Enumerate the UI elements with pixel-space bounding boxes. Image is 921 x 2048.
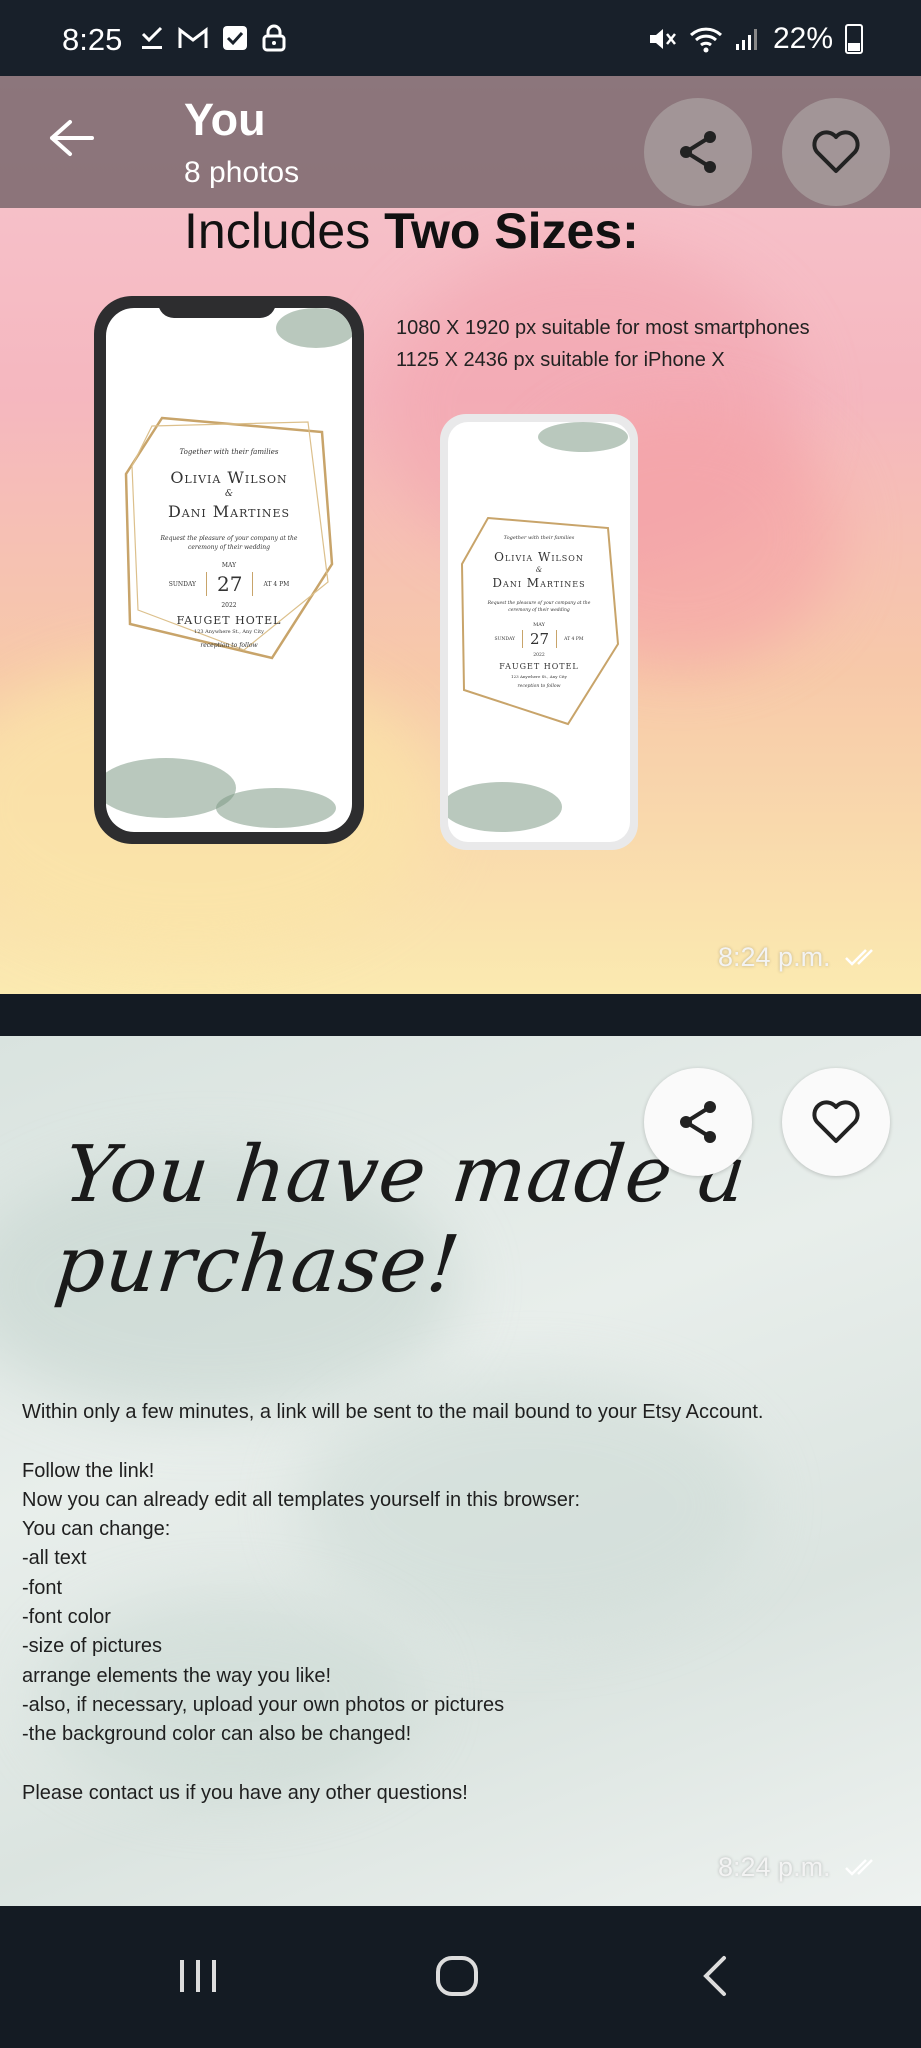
text-line: Please contact us if you have any other … <box>22 1781 468 1804</box>
photo1-size-list: 1080 X 1920 px suitable for most smartph… <box>396 312 810 376</box>
photo-count: 8 photos <box>184 156 300 189</box>
text-line: arrange elements the way you like! <box>22 1664 332 1687</box>
read-receipt-icon <box>845 1859 873 1876</box>
inv-reception: reception to follow <box>200 642 258 649</box>
inv-month: MAY <box>221 562 237 569</box>
invitation-card: Together with their families Olivia Wils… <box>106 308 352 832</box>
text-line <box>22 1427 902 1456</box>
text-line: Within only a few minutes, a link will b… <box>22 1401 764 1423</box>
text-line: -all text <box>22 1547 87 1570</box>
signal-icon <box>735 29 757 50</box>
inv-small-name2: Dani Martines <box>492 576 586 590</box>
share-button-photo2[interactable] <box>644 1068 752 1176</box>
photo1-heading: Includes Two Sizes: <box>184 203 639 259</box>
battery-icon <box>845 24 863 54</box>
nav-recents-button[interactable] <box>176 1956 220 2001</box>
inv-small-venue: FAUGET HOTEL <box>499 662 579 671</box>
text-line: Follow the link! <box>22 1459 155 1482</box>
nav-back-button[interactable] <box>700 1954 730 2003</box>
status-time: 8:25 <box>62 22 123 57</box>
text-line: -size of pictures <box>22 1635 163 1658</box>
inv-amp: & <box>224 489 233 499</box>
text-line: -font color <box>22 1606 111 1629</box>
text-line <box>22 1750 902 1779</box>
inv-small-name1: Olivia Wilson <box>494 550 584 564</box>
heart-icon <box>812 1100 860 1143</box>
lock-icon <box>262 24 286 52</box>
status-bar: 8:25 22% <box>0 0 921 76</box>
inv-small-intro: Together with their families <box>503 535 575 541</box>
phone-notch <box>158 296 276 318</box>
text-line: -font <box>22 1576 63 1599</box>
gmail-icon <box>178 26 208 48</box>
checkbox-icon <box>223 26 247 50</box>
phone-mockup-small: Together with their families Olivia Wils… <box>440 414 638 850</box>
download-done-icon <box>141 26 163 49</box>
share-icon <box>680 131 716 173</box>
chat-title: You <box>184 94 266 145</box>
nav-home-button[interactable] <box>434 1954 480 2003</box>
battery-percent: 22% <box>772 22 833 55</box>
inv-year: 2022 <box>221 602 237 609</box>
arrow-left-icon <box>50 120 94 156</box>
size-line: 1080 X 1920 px suitable for most smartph… <box>396 317 810 339</box>
photo1-timestamp: 8:24 p.m. <box>718 942 884 973</box>
phone-mockup-large: Together with their families Olivia Wils… <box>94 296 364 844</box>
inv-venue: FAUGET HOTEL <box>176 614 282 627</box>
share-icon <box>680 1101 716 1143</box>
inv-small-time: AT 4 PM <box>564 636 584 642</box>
inv-small-amp: & <box>535 566 543 574</box>
inv-day: 27 <box>206 572 254 596</box>
inv-time: AT 4 PM <box>263 580 290 588</box>
chevron-left-icon <box>703 1956 726 1996</box>
inv-address: 123 Anywhere St., Any City <box>194 629 264 635</box>
photo-separator <box>0 994 921 1036</box>
text-line: Now you can already edit all templates y… <box>22 1488 581 1511</box>
text-line: -also, if necessary, upload your own pho… <box>22 1693 505 1716</box>
mute-icon <box>649 29 676 49</box>
inv-small-year: 2022 <box>533 653 545 658</box>
favorite-button-photo1[interactable] <box>782 98 890 206</box>
read-receipt-icon <box>845 949 873 966</box>
size-line: 1125 X 2436 px suitable for iPhone X <box>396 349 725 371</box>
back-button[interactable] <box>48 116 94 166</box>
favorite-button-photo2[interactable] <box>782 1068 890 1176</box>
inv-intro: Together with their families <box>179 448 279 456</box>
invitation-card-small: Together with their families Olivia Wils… <box>448 422 630 842</box>
purchase-script-title: You have made a purchase! <box>50 1130 751 1310</box>
text-line: You can change: <box>22 1518 171 1541</box>
inv-small-reception: reception to follow <box>517 684 561 689</box>
photo2-timestamp: 8:24 p.m. <box>718 1852 884 1883</box>
recents-icon <box>180 1960 216 1992</box>
wifi-icon <box>689 27 722 53</box>
heart-icon <box>812 130 860 173</box>
inv-small-address: 123 Anywhere St., Any City <box>511 674 567 679</box>
home-icon <box>436 1956 478 1996</box>
inv-name1: Olivia Wilson <box>170 468 288 487</box>
inv-small-month: MAY <box>533 622 545 628</box>
inv-weekday: SUNDAY <box>168 580 196 588</box>
inv-small-day: 27 <box>522 630 558 648</box>
share-button-photo1[interactable] <box>644 98 752 206</box>
inv-small-weekday: SUNDAY <box>494 636 515 642</box>
purchase-instructions: Within only a few minutes, a link will b… <box>22 1398 902 1808</box>
inv-request: Request the pleasure of your company at … <box>160 535 298 551</box>
system-nav-bar <box>0 1906 921 2048</box>
inv-name2: Dani Martines <box>167 502 291 521</box>
text-line: -the background color can also be change… <box>22 1723 412 1746</box>
inv-small-request: Request the pleasure of your company at … <box>487 601 591 613</box>
